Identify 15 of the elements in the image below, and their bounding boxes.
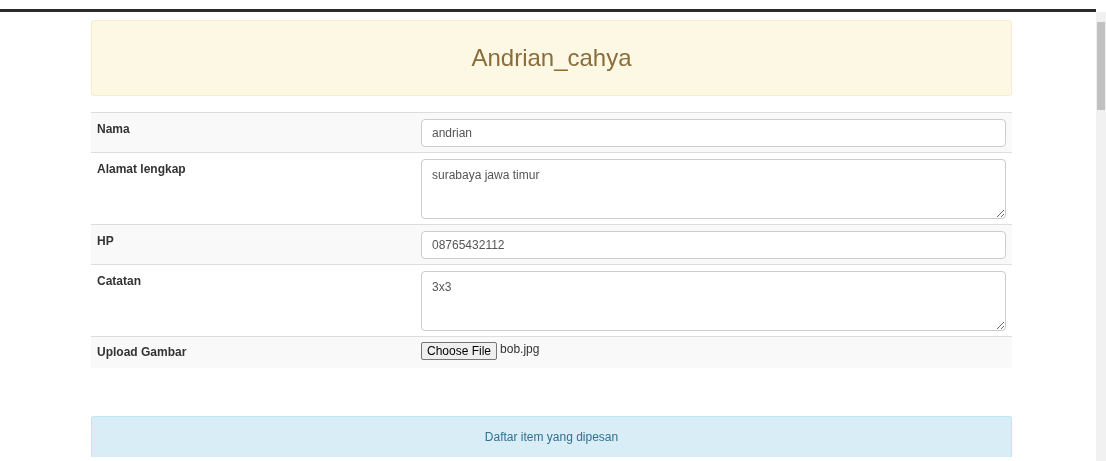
text-area[interactable]: 3x3 [421, 271, 1006, 331]
scrollbar[interactable] [1096, 12, 1106, 461]
text-area[interactable]: surabaya jawa timur [421, 159, 1006, 219]
file-name: bob.jpg [500, 342, 540, 356]
field-label: Upload Gambar [97, 345, 187, 359]
page-title: Andrian_cahya [471, 44, 632, 72]
field-label: Nama [97, 122, 130, 136]
field-label: Alamat lengkap [97, 162, 186, 176]
field-label: Catatan [97, 274, 141, 288]
scrollbar-thumb[interactable] [1097, 22, 1105, 110]
input-field[interactable]: 08765432112 [421, 231, 1006, 259]
choose-file-button[interactable]: Choose File [421, 342, 498, 360]
field-label: HP [97, 234, 114, 248]
panel-title: Daftar item yang dipesan [484, 430, 619, 444]
input-field[interactable]: andrian [421, 119, 1006, 147]
